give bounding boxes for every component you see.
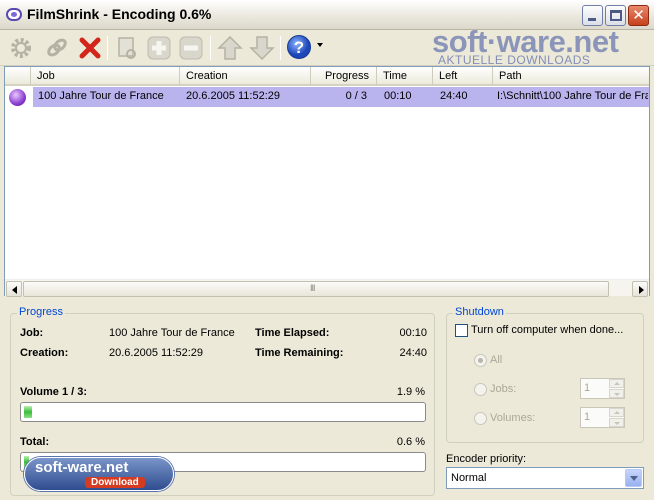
cell-job: 100 Jahre Tour de France: [38, 90, 164, 102]
radio-all-label: All: [490, 354, 503, 366]
minimize-button[interactable]: [582, 5, 603, 26]
close-icon: ✕: [632, 7, 645, 24]
svg-text:?: ?: [294, 38, 304, 57]
close-button[interactable]: ✕: [628, 5, 649, 26]
link-button[interactable]: [44, 35, 70, 61]
progress-group-title: Progress: [17, 306, 66, 318]
toolbar-separator: [280, 36, 281, 60]
minimize-icon: [588, 18, 596, 21]
settings-button[interactable]: [8, 35, 34, 61]
turn-off-checkbox[interactable]: [455, 324, 468, 337]
job-label: Job:: [20, 327, 44, 339]
plus-icon: [147, 36, 171, 60]
jobs-stepper[interactable]: 1: [580, 378, 625, 399]
volumes-stepper[interactable]: 1: [580, 407, 625, 428]
encoder-priority-label: Encoder priority:: [446, 453, 527, 465]
column-header-left[interactable]: Left: [433, 67, 493, 85]
encoder-priority-value: Normal: [451, 472, 487, 484]
table-row[interactable]: 100 Jahre Tour de France 20.6.2005 11:52…: [5, 87, 649, 107]
volume-progress-fill: [24, 406, 32, 418]
column-header-time[interactable]: Time: [377, 67, 433, 85]
cell-progress: 0 / 3: [345, 90, 367, 102]
list-header: Job Creation Progress Time Left Path: [5, 67, 649, 86]
job-list[interactable]: Job Creation Progress Time Left Path 100…: [4, 66, 650, 297]
arrow-up-icon: [217, 35, 243, 60]
help-button[interactable]: ?: [286, 34, 312, 60]
turn-off-label: Turn off computer when done...: [471, 324, 624, 336]
creation-label: Creation:: [20, 347, 69, 359]
jobs-stepper-value: 1: [584, 382, 591, 394]
app-icon: [6, 8, 22, 21]
time-remaining-value: 24:40: [399, 347, 427, 359]
cell-creation: 20.6.2005 11:52:29: [186, 90, 280, 102]
volume-percent: 1.9 %: [396, 386, 425, 398]
stepper-down-icon[interactable]: [609, 418, 624, 427]
title-bar: FilmShrink - Encoding 0.6% ✕: [0, 0, 654, 30]
volume-progress-bar: [20, 402, 426, 422]
arrow-down-icon: [249, 36, 275, 61]
delete-button[interactable]: [77, 35, 103, 61]
help-question-icon: ?: [287, 35, 311, 59]
maximize-icon: [610, 10, 622, 21]
window-title: FilmShrink - Encoding 0.6%: [27, 6, 212, 22]
move-up-button[interactable]: [217, 35, 243, 61]
time-elapsed-value: 00:10: [399, 327, 427, 339]
job-value: 100 Jahre Tour de France: [109, 327, 235, 339]
creation-value: 20.6.2005 11:52:29: [109, 347, 203, 359]
maximize-button[interactable]: [605, 5, 626, 26]
scroll-right-button[interactable]: [632, 281, 648, 297]
cell-path: I:\Schnitt\100 Jahre Tour de France: [497, 90, 648, 102]
encoder-priority-select[interactable]: Normal: [446, 467, 644, 489]
time-elapsed-label: Time Elapsed:: [255, 327, 330, 339]
volume-label: Volume 1 / 3:: [20, 386, 88, 398]
scrollbar-thumb[interactable]: III: [23, 281, 609, 297]
column-header-creation[interactable]: Creation: [180, 67, 311, 85]
time-remaining-label: Time Remaining:: [255, 347, 344, 359]
cell-left: 24:40: [440, 90, 468, 102]
volumes-stepper-buttons: [609, 408, 624, 427]
minus-icon: [179, 36, 203, 60]
document-gear-icon: [118, 37, 136, 59]
toolbar-separator: [107, 36, 108, 60]
total-progress-bar: [20, 452, 426, 472]
radio-volumes[interactable]: [474, 412, 487, 425]
column-header-job[interactable]: Job: [31, 67, 180, 85]
radio-jobs-label: Jobs:: [490, 383, 517, 395]
chain-link-icon: [47, 38, 67, 57]
scroll-left-button[interactable]: [6, 281, 22, 297]
total-label: Total:: [20, 436, 50, 448]
radio-volumes-label: Volumes:: [490, 412, 536, 424]
toolbar-separator: [210, 36, 211, 60]
column-header-icon[interactable]: [5, 67, 31, 85]
stepper-up-icon[interactable]: [609, 379, 624, 388]
properties-button[interactable]: [114, 35, 140, 61]
scroll-grip: III: [310, 283, 315, 293]
job-status-icon: [9, 89, 26, 106]
column-header-path[interactable]: Path: [493, 67, 649, 85]
arrow-right-icon: [639, 286, 644, 294]
chevron-down-icon[interactable]: [317, 43, 323, 47]
cell-time: 00:10: [384, 90, 412, 102]
move-down-button[interactable]: [249, 35, 275, 61]
volumes-stepper-value: 1: [584, 411, 591, 423]
radio-jobs[interactable]: [474, 383, 487, 396]
jobs-stepper-buttons: [609, 379, 624, 398]
shutdown-group-title: Shutdown: [453, 306, 506, 318]
gear-icon: [11, 38, 31, 58]
horizontal-scrollbar[interactable]: III: [5, 279, 649, 297]
stepper-up-icon[interactable]: [609, 408, 624, 417]
column-header-progress[interactable]: Progress: [311, 67, 377, 85]
total-progress-fill: [24, 456, 29, 468]
red-x-icon: [79, 37, 101, 59]
remove-button[interactable]: [178, 35, 204, 61]
stepper-down-icon[interactable]: [609, 389, 624, 398]
chevron-down-icon[interactable]: [625, 469, 642, 487]
arrow-left-icon: [12, 286, 17, 294]
add-button[interactable]: [146, 35, 172, 61]
radio-all[interactable]: [474, 354, 487, 367]
total-percent: 0.6 %: [396, 436, 425, 448]
